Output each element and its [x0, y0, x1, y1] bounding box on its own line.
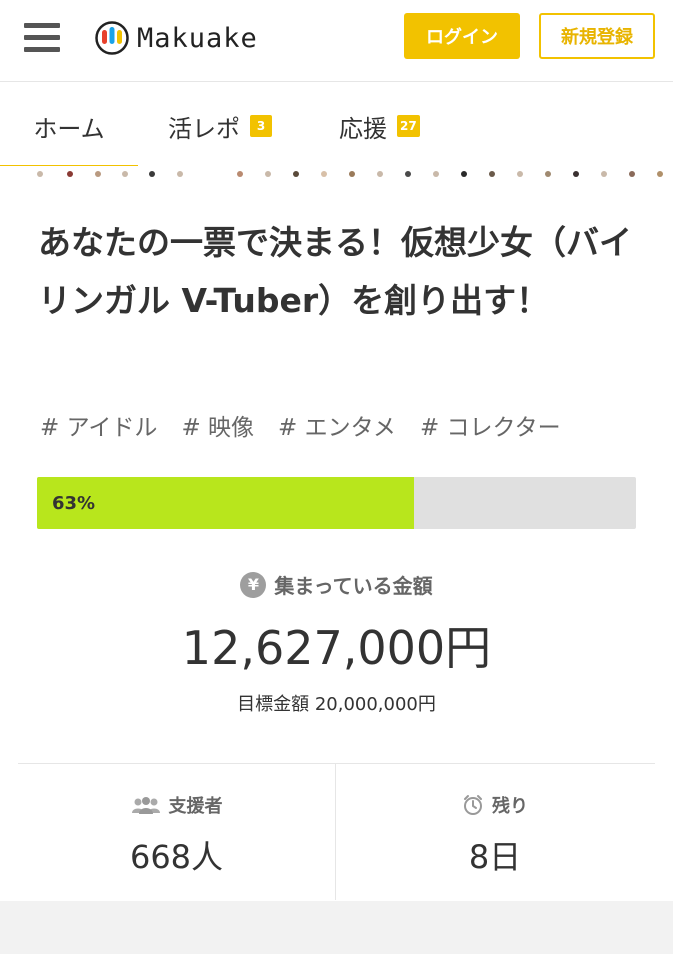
logo-mark-icon [95, 21, 129, 55]
remaining-heading: 残り [336, 792, 654, 818]
supporters-heading: 支援者 [18, 792, 335, 818]
remaining-days: 8日 [468, 838, 522, 876]
project-image-strip [0, 166, 673, 182]
funding-progress-label: 63% [52, 492, 96, 514]
login-button[interactable]: ログイン [404, 13, 520, 59]
people-icon [131, 797, 160, 814]
remaining-stat: 残り 8日 [336, 764, 654, 900]
footer-band [0, 901, 673, 954]
funded-amount: 12,627,000円 [181, 621, 492, 675]
makuake-logo[interactable]: Makuake [95, 18, 258, 58]
goal-amount: 目標金額 20,000,000円 [237, 694, 436, 715]
header: Makuake ログイン 新規登録 [0, 0, 673, 82]
tag-entertainment[interactable]: # エンタメ [278, 408, 396, 442]
remaining-heading-label: 残り [492, 796, 528, 817]
tag-collector[interactable]: # コレクター [420, 408, 561, 442]
project-title: あなたの一票で決まる！仮想少女（バイリンガル V-Tuber）を創り出す！ [38, 223, 632, 320]
register-button[interactable]: 新規登録 [539, 13, 655, 59]
tag-video[interactable]: # 映像 [181, 408, 254, 442]
supporters-stat: 支援者 668人 [18, 764, 336, 900]
tab-home-label: ホーム [33, 114, 105, 143]
funded-heading: ¥ 集まっている金額 [0, 570, 673, 599]
tab-home[interactable]: ホーム [0, 82, 138, 170]
activity-report-count-badge: 3 [250, 115, 272, 137]
tab-bar: ホーム 活レポ 3 応援 27 [0, 82, 673, 170]
hamburger-menu-icon[interactable] [24, 23, 60, 53]
clock-icon [464, 795, 482, 815]
tag-idol[interactable]: # アイドル [40, 408, 157, 442]
project-stats: 支援者 668人 残り 8日 [18, 763, 655, 900]
logo-text: Makuake [137, 22, 258, 54]
tab-support[interactable]: 応援 27 [339, 82, 420, 170]
tab-activity-report-label: 活レポ [168, 114, 240, 143]
support-count-badge: 27 [397, 115, 420, 137]
supporters-heading-label: 支援者 [168, 796, 223, 817]
funding-progress-bar: 63% [37, 477, 636, 529]
tab-activity-report[interactable]: 活レポ 3 [168, 82, 272, 170]
project-image-fragment [0, 166, 673, 182]
tab-support-label: 応援 [339, 114, 387, 143]
yen-icon: ¥ [240, 571, 267, 598]
supporters-count: 668人 [129, 838, 224, 876]
project-tags: # アイドル # 映像 # エンタメ # コレクター [40, 408, 561, 442]
funded-heading-label: 集まっている金額 [274, 574, 433, 598]
